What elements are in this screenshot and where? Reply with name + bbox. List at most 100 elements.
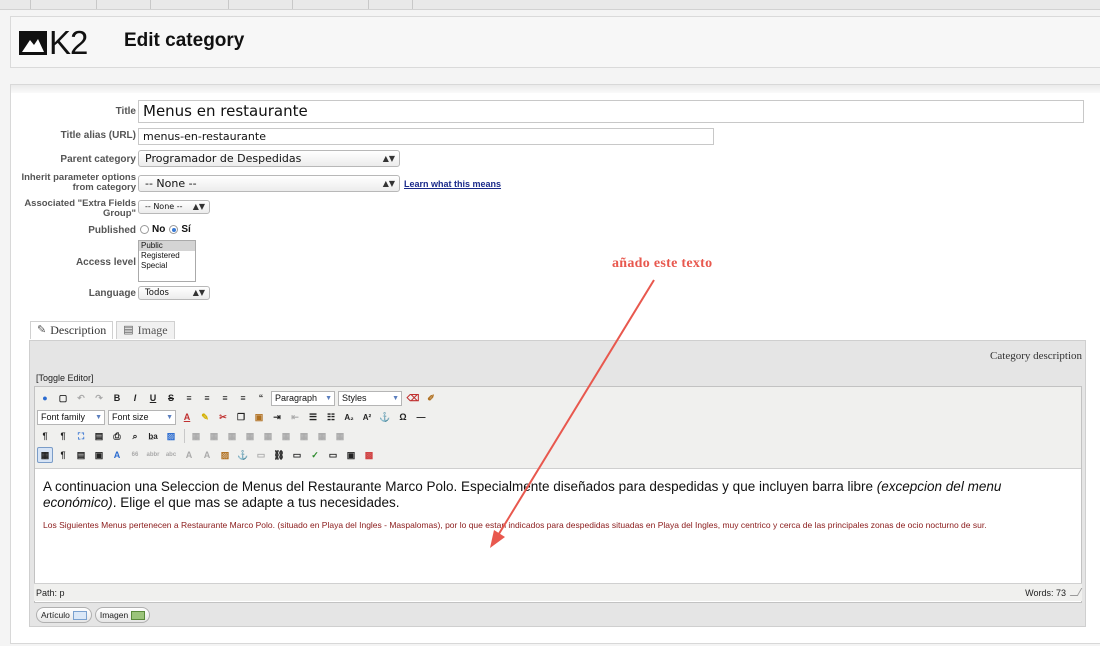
visual-aid-icon[interactable]: ▦ — [37, 447, 53, 463]
delete-col-icon[interactable]: ▦ — [296, 428, 312, 444]
published-no-radio[interactable] — [140, 225, 149, 234]
strikethrough-icon[interactable]: S — [163, 390, 179, 406]
help-icon[interactable]: ● — [37, 390, 53, 406]
cite-icon[interactable]: 66 — [127, 447, 143, 463]
horizontal-rule-icon[interactable]: — — [413, 409, 429, 425]
nonbreaking-icon[interactable]: ⚓ — [235, 447, 251, 463]
editor-content[interactable]: A continuacion una Seleccion de Menus de… — [43, 479, 1073, 531]
delete-row-icon[interactable]: ▦ — [260, 428, 276, 444]
code-icon[interactable]: ▩ — [361, 447, 377, 463]
table-insert-icon[interactable]: ▦ — [188, 428, 204, 444]
bullet-list-icon[interactable]: ☰ — [305, 409, 321, 425]
access-level-listbox[interactable]: Public Registered Special — [138, 240, 196, 282]
editor-toolbar: ● ▢ ↶ ↷ B I U S ≡ ≡ ≡ ≡ “ Paragraph ▼ Sty… — [35, 387, 1081, 469]
show-blocks-icon[interactable]: ¶ — [55, 447, 71, 463]
format-select[interactable]: Paragraph ▼ — [271, 390, 335, 406]
spellcheck-icon[interactable]: ✓ — [307, 447, 323, 463]
find-icon[interactable]: ⌕ — [127, 428, 143, 444]
image-insert-icon[interactable]: ▨ — [163, 428, 179, 444]
print-icon[interactable]: ⎙ — [109, 428, 125, 444]
underline-icon[interactable]: U — [145, 390, 161, 406]
styles-select[interactable]: Styles ▼ — [338, 390, 402, 406]
tab-description[interactable]: ✎ Description — [30, 321, 114, 339]
align-left-icon[interactable]: ≡ — [181, 390, 197, 406]
new-document-icon[interactable]: ▢ — [55, 390, 71, 406]
rtl-icon[interactable]: ¶ — [55, 428, 71, 444]
blockquote-icon[interactable]: “ — [253, 390, 269, 406]
acronym-icon[interactable]: abc — [163, 447, 179, 463]
insert-image-button[interactable]: Imagen — [94, 607, 151, 623]
align-right-icon[interactable]: ≡ — [217, 390, 233, 406]
toggle-editor-link[interactable]: [Toggle Editor] — [36, 373, 94, 383]
align-justify-icon[interactable]: ≡ — [235, 390, 251, 406]
fullscreen-icon[interactable]: ⛶ — [73, 428, 89, 444]
title-label: Title — [115, 106, 136, 117]
parent-category-select[interactable]: Programador de Despedidas ▲▼ — [138, 150, 400, 167]
toolbar-row-4: ▦ ¶ ▤ ▣ A 66 abbr abc A A ▨ ⚓ ▭ ⛓ ▭ ✓ ▭ … — [37, 446, 379, 464]
redo-icon[interactable]: ↷ — [91, 390, 107, 406]
title-input[interactable]: Menus en restaurante — [138, 100, 1084, 123]
style-props-icon[interactable]: A — [109, 447, 125, 463]
alias-label: Title alias (URL) — [60, 130, 136, 141]
abbr-icon[interactable]: abbr — [145, 447, 161, 463]
access-option[interactable]: Special — [139, 261, 195, 271]
cleanup-icon[interactable]: ✐ — [423, 390, 439, 406]
language-select[interactable]: Todos ▲▼ — [138, 286, 210, 300]
layer-icon[interactable]: ▤ — [73, 447, 89, 463]
copy-icon[interactable]: ❐ — [233, 409, 249, 425]
replace-icon[interactable]: b̲a — [145, 428, 161, 444]
align-center-icon[interactable]: ≡ — [199, 390, 215, 406]
indent-icon[interactable]: ⇥ — [269, 409, 285, 425]
rich-text-editor: ● ▢ ↶ ↷ B I U S ≡ ≡ ≡ ≡ “ Paragraph ▼ Sty… — [34, 386, 1082, 603]
element-path: Path: p — [36, 588, 65, 598]
template-icon[interactable]: ▣ — [91, 447, 107, 463]
pagebreak-icon[interactable]: ▭ — [253, 447, 269, 463]
cell-props-icon[interactable]: ▦ — [224, 428, 240, 444]
subscript-icon[interactable]: A₂ — [341, 409, 357, 425]
del-icon[interactable]: A — [181, 447, 197, 463]
link-icon[interactable]: ⛓ — [271, 447, 287, 463]
insert-col-icon[interactable]: ▦ — [278, 428, 294, 444]
select-arrows-icon: ▲▼ — [382, 154, 395, 163]
word-count: Words: 73 — [1025, 588, 1066, 598]
content-tabs: ✎ Description ▤ Image — [30, 321, 178, 339]
access-option[interactable]: Public — [139, 241, 195, 251]
superscript-icon[interactable]: A² — [359, 409, 375, 425]
merge-cells-icon[interactable]: ▦ — [332, 428, 348, 444]
highlight-color-icon[interactable]: ✎ — [197, 409, 213, 425]
font-size-select[interactable]: Font size ▼ — [108, 409, 176, 425]
ins-icon[interactable]: A — [199, 447, 215, 463]
alias-input[interactable]: menus-en-restaurante — [138, 128, 714, 145]
tab-image[interactable]: ▤ Image — [116, 321, 175, 339]
remove-format-icon[interactable]: ⌫ — [405, 390, 421, 406]
special-char-icon[interactable]: Ω — [395, 409, 411, 425]
access-option[interactable]: Registered — [139, 251, 195, 261]
insert-article-button[interactable]: Artículo — [36, 607, 92, 623]
description-editor-area: Category description [Toggle Editor] ● ▢… — [29, 340, 1086, 627]
ltr-icon[interactable]: ¶ — [37, 428, 53, 444]
paste-icon[interactable]: ▣ — [251, 409, 267, 425]
undo-icon[interactable]: ↶ — [73, 390, 89, 406]
inherit-select[interactable]: -- None -- ▲▼ — [138, 175, 400, 192]
text-color-icon[interactable]: A — [179, 409, 195, 425]
font-family-select[interactable]: Font family ▼ — [37, 409, 105, 425]
italic-icon[interactable]: I — [127, 390, 143, 406]
cut-icon[interactable]: ✂ — [215, 409, 231, 425]
attribs-icon[interactable]: ▨ — [217, 447, 233, 463]
published-yes-radio[interactable] — [169, 225, 179, 234]
iframe-icon[interactable]: ▣ — [343, 447, 359, 463]
row-props-icon[interactable]: ▦ — [206, 428, 222, 444]
hr-icon[interactable]: ▭ — [325, 447, 341, 463]
media-icon[interactable]: ▭ — [289, 447, 305, 463]
bold-icon[interactable]: B — [109, 390, 125, 406]
insert-row-icon[interactable]: ▦ — [242, 428, 258, 444]
resize-handle-icon[interactable] — [1069, 588, 1083, 596]
preview-icon[interactable]: ▤ — [91, 428, 107, 444]
anchor-icon[interactable]: ⚓ — [377, 409, 393, 425]
learn-more-link[interactable]: Learn what this means — [404, 179, 501, 189]
editor-extra-buttons: Artículo Imagen — [36, 607, 153, 623]
extra-fields-select[interactable]: -- None -- ▲▼ — [138, 200, 210, 214]
outdent-icon[interactable]: ⇤ — [287, 409, 303, 425]
numbered-list-icon[interactable]: ☷ — [323, 409, 339, 425]
split-cells-icon[interactable]: ▦ — [314, 428, 330, 444]
